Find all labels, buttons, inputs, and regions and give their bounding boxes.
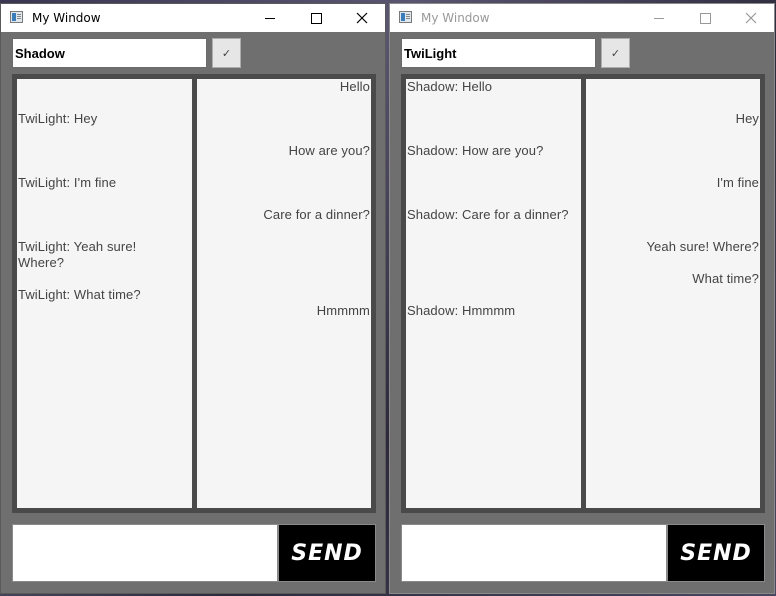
maximize-icon [310, 12, 322, 24]
minimize-button[interactable] [636, 4, 682, 32]
sent-messages-pane[interactable]: Hey I'm fine Yeah sure! Where? What time… [586, 79, 760, 508]
window-shadow: My Window ✓ TwiLight: Hey TwiLight: I'm … [0, 3, 386, 594]
message-input[interactable] [401, 524, 667, 582]
message-sent: How are you? [288, 143, 370, 158]
chat-area: TwiLight: Hey TwiLight: I'm fine TwiLigh… [12, 74, 376, 513]
message-sent: Hey [735, 111, 759, 126]
window-title: My Window [421, 11, 490, 25]
minimize-icon [265, 17, 275, 19]
app-icon [399, 11, 412, 23]
send-button[interactable]: SEND [278, 524, 376, 582]
maximize-icon [699, 12, 711, 24]
title-bar[interactable]: My Window [390, 4, 774, 32]
close-icon [745, 12, 757, 24]
app-icon [10, 11, 23, 23]
message-sent: Care for a dinner? [263, 207, 370, 222]
message-input[interactable] [12, 524, 278, 582]
username-input[interactable] [12, 38, 207, 68]
message-sent: I'm fine [716, 175, 759, 190]
minimize-icon [654, 17, 664, 19]
maximize-button[interactable] [682, 4, 728, 32]
message-received: Shadow: Care for a dinner? [407, 207, 569, 222]
message-sent: Hmmmm [316, 303, 370, 318]
message-received: Shadow: Hmmmm [407, 303, 516, 318]
message-sent: Yeah sure! Where? [646, 239, 759, 254]
message-received: TwiLight: What time? [18, 287, 141, 302]
close-button[interactable] [728, 4, 774, 32]
message-received: Shadow: Hello [407, 79, 493, 94]
confirm-name-button[interactable]: ✓ [212, 38, 241, 68]
message-received: TwiLight: I'm fine [18, 175, 117, 190]
maximize-button[interactable] [293, 4, 339, 32]
minimize-button[interactable] [247, 4, 293, 32]
message-sent: Hello [339, 79, 370, 94]
message-received: TwiLight: Yeah sure! Where? [18, 239, 137, 270]
chat-area: Shadow: Hello Shadow: How are you? Shado… [401, 74, 765, 513]
title-bar[interactable]: My Window [1, 4, 385, 32]
confirm-name-button[interactable]: ✓ [601, 38, 630, 68]
close-button[interactable] [339, 4, 385, 32]
message-received: TwiLight: Hey [18, 111, 98, 126]
username-input[interactable] [401, 38, 596, 68]
sent-messages-pane[interactable]: Hello How are you? Care for a dinner? Hm… [197, 79, 371, 508]
message-sent: What time? [692, 271, 759, 286]
received-messages-pane[interactable]: TwiLight: Hey TwiLight: I'm fine TwiLigh… [17, 79, 192, 508]
received-messages-pane[interactable]: Shadow: Hello Shadow: How are you? Shado… [406, 79, 581, 508]
message-received: Shadow: How are you? [407, 143, 544, 158]
send-button[interactable]: SEND [667, 524, 765, 582]
window-twilight: My Window ✓ Shadow: Hello Shadow: How ar… [389, 3, 775, 594]
window-title: My Window [32, 11, 101, 25]
close-icon [356, 12, 368, 24]
